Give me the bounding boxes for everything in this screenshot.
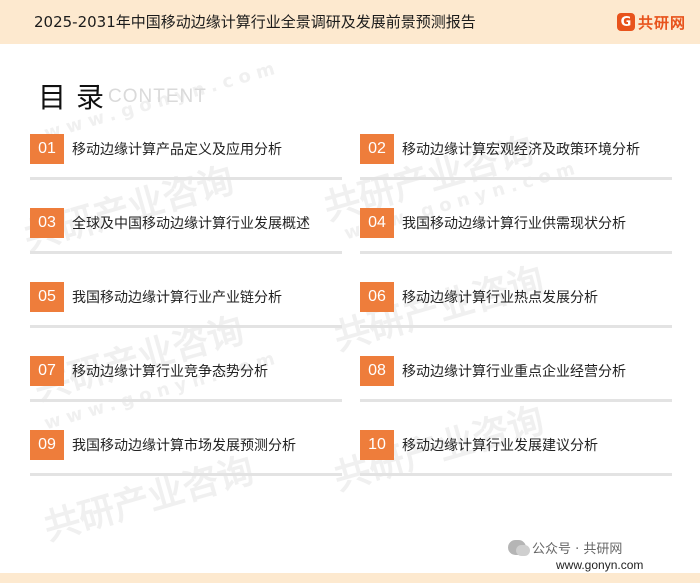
toc-item: 01 移动边缘计算产品定义及应用分析 <box>30 128 342 180</box>
brand-logo: G 共研网 <box>616 11 686 33</box>
toc-item-label: 我国移动边缘计算行业供需现状分析 <box>402 215 626 232</box>
toc-item-divider <box>30 251 342 254</box>
toc-item: 09 我国移动边缘计算市场发展预测分析 <box>30 424 342 476</box>
toc-item-divider <box>30 399 342 402</box>
toc-item-divider <box>360 325 672 328</box>
toc-item-number: 01 <box>30 134 64 164</box>
toc-item-number: 07 <box>30 356 64 386</box>
toc-item-label: 移动边缘计算行业竞争态势分析 <box>72 363 268 380</box>
toc-item-number: 04 <box>360 208 394 238</box>
toc-item-number: 05 <box>30 282 64 312</box>
toc-item-divider <box>30 473 342 476</box>
toc-item: 03 全球及中国移动边缘计算行业发展概述 <box>30 202 342 254</box>
toc-heading: 目录 <box>38 81 115 114</box>
logo-icon: G <box>616 13 635 31</box>
toc-item: 10 移动边缘计算行业发展建议分析 <box>360 424 672 476</box>
toc-item: 02 移动边缘计算宏观经济及政策环境分析 <box>360 128 672 180</box>
toc-item-divider <box>360 473 672 476</box>
toc-item-number: 10 <box>360 430 394 460</box>
toc-item: 04 我国移动边缘计算行业供需现状分析 <box>360 202 672 254</box>
wechat-account: 公众号 · 共研网 <box>508 538 622 557</box>
toc-item-label: 我国移动边缘计算市场发展预测分析 <box>72 437 296 454</box>
toc-item-divider <box>30 177 342 180</box>
toc-item: 07 移动边缘计算行业竞争态势分析 <box>30 350 342 402</box>
toc-item-divider <box>360 251 672 254</box>
toc-item-label: 移动边缘计算宏观经济及政策环境分析 <box>402 141 640 158</box>
toc-item-number: 09 <box>30 430 64 460</box>
toc-item-number: 02 <box>360 134 394 164</box>
toc-item-label: 移动边缘计算产品定义及应用分析 <box>72 141 282 158</box>
toc-item-divider <box>30 325 342 328</box>
logo-text: 共研网 <box>637 13 686 32</box>
toc-item-divider <box>360 177 672 180</box>
toc-item-divider <box>360 399 672 402</box>
toc-subheading: CONTENT <box>108 86 207 107</box>
toc-item-number: 03 <box>30 208 64 238</box>
toc-item-label: 移动边缘计算行业重点企业经营分析 <box>402 363 626 380</box>
toc-item: 05 我国移动边缘计算行业产业链分析 <box>30 276 342 328</box>
wechat-icon <box>508 540 530 556</box>
toc-item: 06 移动边缘计算行业热点发展分析 <box>360 276 672 328</box>
toc-item-label: 我国移动边缘计算行业产业链分析 <box>72 289 282 306</box>
toc-item-label: 移动边缘计算行业发展建议分析 <box>402 437 598 454</box>
toc-item-label: 全球及中国移动边缘计算行业发展概述 <box>72 215 310 232</box>
report-title: 2025-2031年中国移动边缘计算行业全景调研及发展前景预测报告 <box>34 13 476 31</box>
toc-item-number: 08 <box>360 356 394 386</box>
header-bar: 2025-2031年中国移动边缘计算行业全景调研及发展前景预测报告 G 共研网 <box>0 0 700 44</box>
footer-bar <box>0 573 700 583</box>
toc-item: 08 移动边缘计算行业重点企业经营分析 <box>360 350 672 402</box>
site-url: www.gonyn.com <box>556 558 644 572</box>
wechat-label: 公众号 · 共研网 <box>532 542 623 557</box>
toc-item-label: 移动边缘计算行业热点发展分析 <box>402 289 598 306</box>
toc-item-number: 06 <box>360 282 394 312</box>
